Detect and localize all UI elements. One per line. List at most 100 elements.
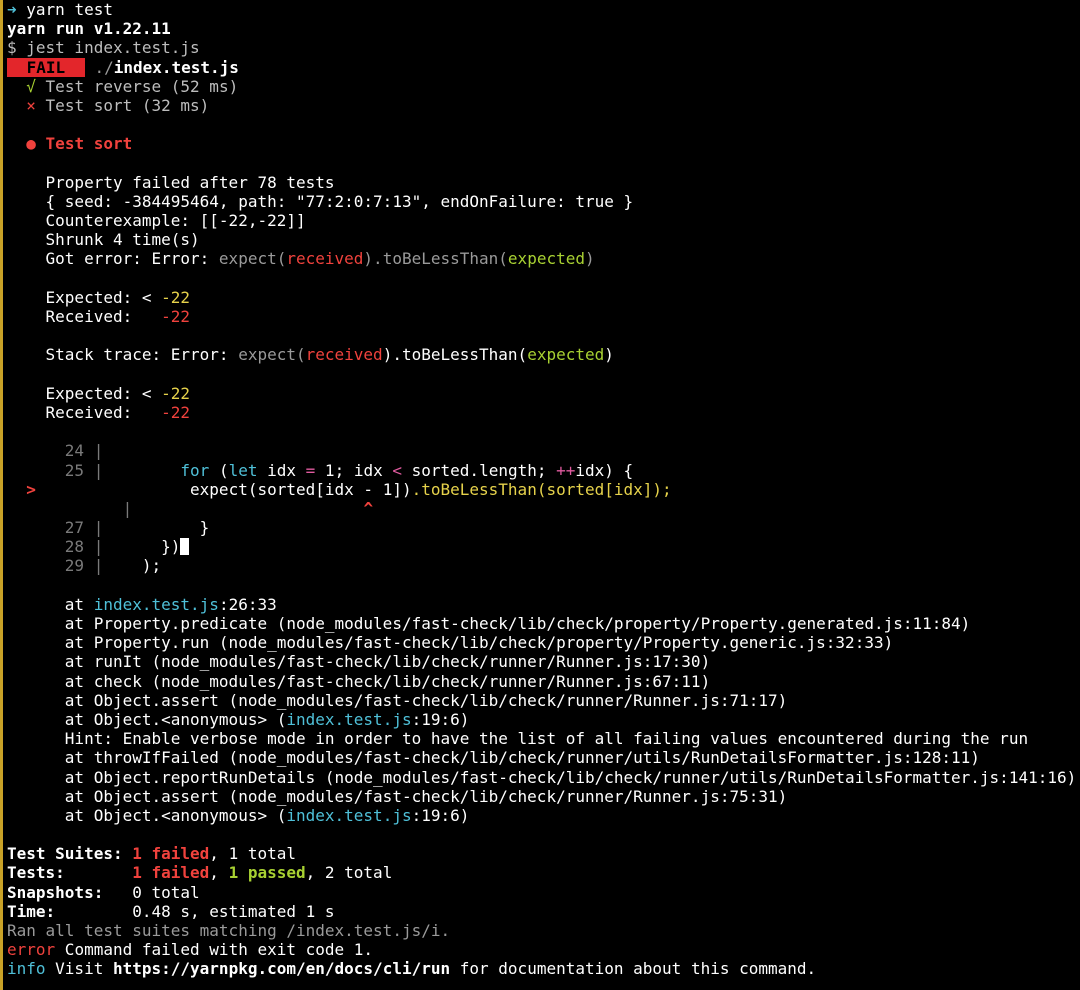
window-edge: [0, 0, 3, 990]
failure-heading: ● Test sort: [7, 134, 1077, 153]
hint-text: Hint: Enable verbose mode in order to ha…: [64, 729, 1029, 749]
prompt-line: ➜ yarn test: [7, 0, 1077, 19]
jest-command-line: $ jest index.test.js: [7, 38, 200, 58]
matcher-call: ).toBeLessThan(: [382, 345, 528, 365]
summary-label: Time:: [7, 901, 133, 921]
suite-file-name: index.test.js: [113, 57, 239, 77]
matcher-call: ).toBeLessThan(: [363, 249, 508, 269]
counterexample-line: Counterexample: [[-22,-22]]: [7, 211, 1077, 230]
terminal-cursor: [180, 538, 190, 556]
stack-frame: at Object.reportRunDetails (node_modules…: [7, 768, 1077, 787]
code-frame-caret-line: | ^: [112, 498, 374, 518]
stack-frame: at runIt (node_modules/fast-check/lib/ch…: [7, 652, 1077, 671]
info-text: for documentation about this command.: [450, 959, 817, 979]
hint-line: Hint: Enable verbose mode in order to ha…: [7, 729, 1077, 748]
error-marker: >: [26, 479, 36, 499]
frame-text: at Object.assert (node_modules/fast-chec…: [64, 786, 788, 806]
error-line: error Command failed with exit code 1.: [7, 940, 1077, 959]
ran-all-line: Ran all test suites matching /index.test…: [7, 921, 451, 940]
line-number: 27: [64, 518, 85, 538]
failed-count: 1 failed: [132, 863, 210, 883]
failed-count: 1 failed: [132, 844, 210, 864]
expected-label: Expected: <: [45, 287, 162, 307]
got-error-prefix: Got error: Error:: [45, 249, 219, 269]
keyword-for: for: [180, 460, 210, 480]
stack-frame: at Property.run (node_modules/fast-check…: [7, 633, 1077, 652]
received-value-line: Received: -22: [7, 307, 1077, 326]
code-frame-line: 25 | for (let idx = 1; idx < sorted.leng…: [64, 460, 634, 480]
line-number: 29: [64, 556, 85, 576]
stack-frame: at Object.assert (node_modules/fast-chec…: [7, 691, 1077, 710]
summary-time: Time: 0.48 s, estimated 1 s: [7, 902, 1077, 921]
docs-link[interactable]: https://yarnpkg.com/en/docs/cli/run: [113, 959, 450, 978]
test-name: Test sort (32 ms): [45, 95, 210, 115]
summary-label: Test Suites:: [7, 844, 133, 864]
stack-file-link[interactable]: index.test.js: [286, 806, 411, 825]
shrunk-text: Shrunk 4 time(s): [45, 230, 200, 250]
stack-frame: at Object.assert (node_modules/fast-chec…: [7, 787, 1077, 806]
summary-label: Tests:: [7, 863, 133, 883]
seed-line: { seed: -384495464, path: "77:2:0:7:13",…: [7, 192, 1077, 211]
received-word: received: [305, 345, 383, 365]
summary-suites: Test Suites: 1 failed, 1 total: [7, 844, 1077, 863]
test-name: Test reverse (52 ms): [45, 76, 239, 96]
code-frame-line: 28 | }): [7, 537, 1077, 556]
line-number: 24: [64, 441, 85, 461]
error-caret: ^: [363, 498, 374, 518]
frame-text: at check (node_modules/fast-check/lib/ch…: [64, 671, 711, 691]
stack-file-link[interactable]: index.test.js: [94, 595, 219, 614]
error-message: Command failed with exit code 1.: [55, 940, 374, 960]
frame-text: at Property.run (node_modules/fast-check…: [64, 633, 894, 653]
shrunk-line: Shrunk 4 time(s): [7, 230, 1077, 249]
stack-frame: at Object.<anonymous> (index.test.js:19:…: [7, 806, 1077, 825]
property-failed-line: Property failed after 78 tests: [7, 173, 1077, 192]
received-label: Received:: [45, 307, 162, 326]
received-value: -22: [161, 402, 191, 422]
separator: ,: [209, 863, 229, 883]
code-frame-line: 29 | );: [64, 556, 162, 576]
expected-label: Expected: <: [45, 383, 162, 403]
line-number: 28: [64, 537, 85, 557]
code-frame-line: 24 |: [64, 441, 113, 461]
close-paren: ): [584, 249, 595, 269]
operator: ++: [556, 460, 576, 480]
code-matcher: .toBeLessThan(sorted[idx]);: [411, 479, 672, 499]
terminal-output[interactable]: ➜ yarn test yarn run v1.22.11 $ jest ind…: [7, 0, 1077, 979]
code-text: }: [199, 518, 210, 538]
received-label: Received:: [45, 402, 162, 422]
check-icon: √: [26, 76, 36, 96]
expect-call: expect(: [218, 249, 287, 269]
prompt-arrow: ➜: [7, 0, 17, 19]
frame-text: at Property.predicate (node_modules/fast…: [64, 614, 971, 633]
summary-tests: Tests: 1 failed, 1 passed, 2 total: [7, 863, 1077, 882]
code-text: (: [209, 460, 229, 480]
stack-frame: at throwIfFailed (node_modules/fast-chec…: [7, 748, 1077, 767]
stack-file-link[interactable]: index.test.js: [286, 710, 411, 729]
fail-badge: FAIL: [7, 57, 85, 77]
info-line: info Visit https://yarnpkg.com/en/docs/c…: [7, 959, 1077, 978]
suite-file-dir: ./: [94, 57, 114, 77]
stack-frame: at Object.<anonymous> (index.test.js:19:…: [7, 710, 1077, 729]
close-paren: ): [604, 345, 614, 365]
code-text: idx) {: [575, 460, 634, 480]
frame-position: :26:33: [218, 594, 277, 614]
expect-call: expect(: [238, 345, 306, 365]
expected-value-line: Expected: < -22: [7, 384, 1077, 403]
failure-title: Test sort: [45, 134, 133, 154]
frame-prefix: at: [64, 594, 94, 614]
code-text: sorted.length;: [402, 460, 557, 480]
operator: =: [305, 460, 316, 480]
time-value: 0.48 s, estimated 1 s: [132, 901, 335, 921]
stack-trace-line: Stack trace: Error: expect(received).toB…: [7, 345, 1077, 364]
yarn-version-line: yarn run v1.22.11: [7, 19, 171, 39]
code-text: 1; idx: [315, 460, 393, 480]
frame-position: :19:6): [411, 709, 470, 729]
code-text: );: [141, 556, 162, 576]
got-error-line: Got error: Error: expect(received).toBeL…: [7, 249, 1077, 268]
stack-frame: at check (node_modules/fast-check/lib/ch…: [7, 672, 1077, 691]
